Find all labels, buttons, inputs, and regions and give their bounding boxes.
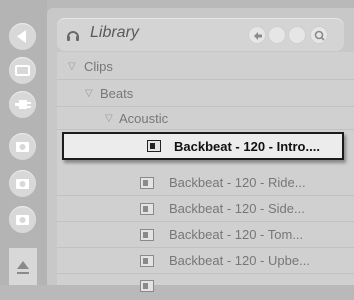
list-item[interactable]: Backbeat - 120 - Tom... xyxy=(57,222,354,248)
plug-icon[interactable] xyxy=(9,91,36,118)
clip-file-icon xyxy=(140,177,154,189)
file-label: Backbeat - 120 - Intro.... xyxy=(174,139,320,154)
list-item[interactable]: Backbeat - 120 - Upbe... xyxy=(57,248,354,274)
back-icon[interactable] xyxy=(248,26,266,44)
chevron-down-icon[interactable]: ▽ xyxy=(68,61,76,72)
file-label: Backbeat - 120 - Upbe... xyxy=(169,253,310,268)
list-item-partial xyxy=(57,274,354,300)
file-label: Backbeat - 120 - Side... xyxy=(169,201,305,216)
tree-item-beats[interactable]: ▽ Beats xyxy=(57,81,354,107)
clip-file-icon xyxy=(140,255,154,267)
tree-item-label: Beats xyxy=(100,86,134,101)
clip-file-icon xyxy=(140,229,154,241)
camera-icon[interactable] xyxy=(9,133,36,160)
back-arrow-icon[interactable] xyxy=(9,23,36,50)
chevron-down-icon[interactable]: ▽ xyxy=(85,88,93,99)
list-item[interactable]: Backbeat - 120 - Ride... xyxy=(57,170,354,196)
headphones-icon[interactable] xyxy=(65,27,81,43)
tree-item-label: Clips xyxy=(84,59,113,74)
selected-list-item[interactable]: Backbeat - 120 - Intro.... xyxy=(62,132,344,160)
camera-icon[interactable] xyxy=(9,206,36,233)
side-rail xyxy=(0,0,47,285)
chevron-down-icon[interactable]: ▽ xyxy=(105,113,113,124)
clip-file-icon xyxy=(140,280,154,292)
tree-item-label: Acoustic xyxy=(119,111,169,126)
browser-header: Library xyxy=(57,18,344,51)
tree-item-acoustic[interactable]: ▽ Acoustic xyxy=(57,108,354,130)
camera-icon[interactable] xyxy=(9,170,36,197)
clip-file-icon xyxy=(147,140,161,152)
nav-dot-icon[interactable] xyxy=(288,26,306,44)
tree-item-clips[interactable]: ▽ Clips xyxy=(57,54,354,80)
browser-title: Library xyxy=(90,24,139,41)
list-item[interactable]: Backbeat - 120 - Side... xyxy=(57,196,354,222)
search-icon[interactable] xyxy=(310,26,328,44)
file-label: Backbeat - 120 - Tom... xyxy=(169,227,304,242)
file-label: Backbeat - 120 - Ride... xyxy=(169,175,306,190)
scroll-up-icon[interactable] xyxy=(9,248,37,285)
keyboard-icon[interactable] xyxy=(9,57,36,84)
nav-dot-icon[interactable] xyxy=(268,26,286,44)
clip-file-icon xyxy=(140,203,154,215)
